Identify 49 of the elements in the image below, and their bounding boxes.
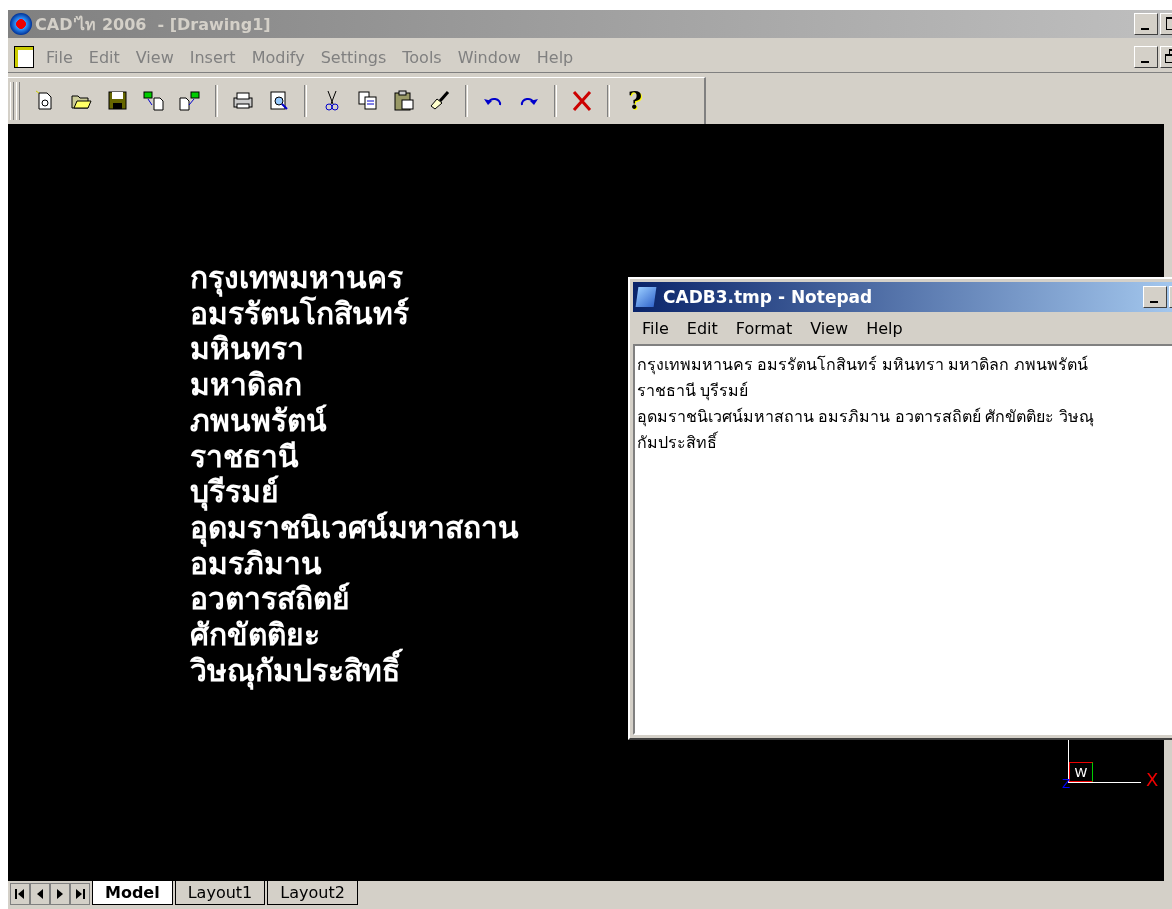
- app-logo-icon: [10, 13, 32, 35]
- skip-first-icon: [13, 887, 27, 901]
- drawing-text: มหินทรา: [190, 331, 304, 368]
- menu-item[interactable]: Edit: [677, 318, 727, 338]
- drawing-text: มหาดิลก: [190, 367, 302, 403]
- text-line: ราชธานี บุรีรมย์: [637, 380, 749, 403]
- menu-item[interactable]: Format: [726, 318, 802, 338]
- drawing-text: บุรีรมย์: [190, 474, 279, 510]
- ucs-label: W: [1069, 762, 1093, 782]
- drawing-text: ศักขัตติยะ: [190, 617, 320, 652]
- document-icon[interactable]: [14, 46, 34, 68]
- restore-button[interactable]: [1160, 46, 1172, 68]
- menu-item[interactable]: File: [633, 318, 678, 338]
- window-title: CAD'ไท 2006 - [Drawing1]: [35, 13, 271, 36]
- clipboard-icon[interactable]: [392, 89, 416, 113]
- drawing-text: ภพนพรัตน์: [190, 402, 327, 439]
- notepad-icon: [635, 287, 657, 307]
- text-area[interactable]: กรุงเทพมหานคร อมรรัตนโกสินทร์ มหินทรา มหาดิลก ภพนพรัตน์ ราชธานี บุรีรมย์ อุดมราชนิเวศน์มหาสถาน อมรภิมาน อวตารสถิตย์ ศักขัตติยะ วิษณุ กัมประสิทธิ์: [633, 344, 1172, 735]
- tab-scroll-button[interactable]: [70, 883, 90, 905]
- save-icon[interactable]: [106, 89, 130, 113]
- file-transfer-icon[interactable]: [178, 89, 202, 113]
- tab-scroll-button[interactable]: [10, 883, 30, 905]
- layout-tab[interactable]: Layout1: [174, 881, 266, 905]
- drawing-text: อวตารสถิตย์: [190, 581, 350, 618]
- tab-scroll-button[interactable]: [30, 883, 50, 905]
- minimize-button[interactable]: [1143, 286, 1167, 308]
- skip-last-icon: [73, 887, 87, 901]
- drawing-text: กรุงเทพมหานคร: [190, 260, 403, 296]
- layout-tab[interactable]: Layout2: [267, 881, 358, 905]
- menu-item[interactable]: Help: [857, 318, 912, 338]
- text-line: กรุงเทพมหานคร อมรรัตนโกสินทร์ มหินทรา มหาดิลก ภพนพรัตน์: [637, 354, 1088, 377]
- drawing-text: อมรภิมาน: [190, 546, 322, 582]
- minimize-button[interactable]: [1134, 46, 1158, 68]
- help-button[interactable]: ?: [623, 89, 647, 113]
- window-title: CADB3.tmp - Notepad: [663, 287, 873, 307]
- layout-tab[interactable]: Model: [92, 881, 173, 905]
- file-transfer-icon[interactable]: [142, 89, 166, 113]
- text-line: อุดมราชนิเวศน์มหาสถาน อมรภิมาน อวตารสถิตย์ ศักขัตติยะ วิษณุ: [637, 406, 1094, 429]
- minimize-button[interactable]: [1134, 13, 1158, 35]
- delete-icon[interactable]: [570, 89, 594, 113]
- maximize-button[interactable]: [1160, 13, 1172, 35]
- copy-icon[interactable]: [356, 89, 380, 113]
- drawing-text: อมรรัตนโกสินทร์: [190, 296, 409, 332]
- drawing-text: ราชธานี: [190, 438, 299, 475]
- text-line: กัมประสิทธิ์: [637, 430, 717, 456]
- axis-label: X: [1146, 770, 1159, 790]
- tab-scroll-button[interactable]: [50, 883, 70, 905]
- axis-label: Z: [1062, 778, 1071, 790]
- menu-item[interactable]: View: [801, 318, 858, 338]
